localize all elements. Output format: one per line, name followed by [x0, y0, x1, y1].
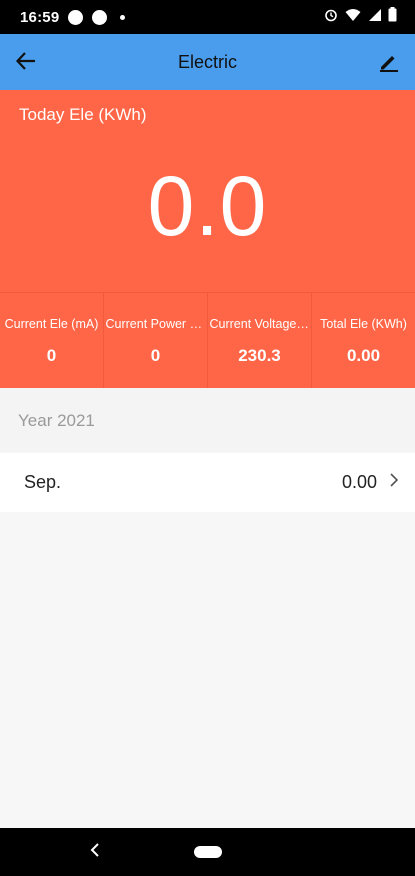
chevron-left-icon [90, 842, 100, 862]
arrow-back-icon [15, 50, 37, 77]
stat-total-ele: Total Ele (KWh) 0.00 [312, 293, 415, 388]
today-energy-panel: Today Ele (KWh) 0.0 Current Ele (mA) 0 C… [0, 90, 415, 388]
status-bar: 16:59 [0, 0, 415, 34]
year-header: Year 2021 [0, 388, 415, 452]
month-name: Sep. [24, 472, 62, 492]
today-energy-label: Today Ele (KWh) [19, 105, 147, 124]
screen: 16:59 Electric Today Ele (KWh) 0.0 Curre… [0, 0, 415, 876]
page-title: Electric [177, 51, 237, 72]
stat-current-power: Current Power (W) 0 [104, 293, 208, 388]
more-notifications-icon [120, 14, 126, 20]
stat-label: Current Voltage(V) [209, 317, 310, 331]
alarm-icon [324, 8, 338, 27]
stat-value: 0 [150, 346, 161, 365]
status-time: 16:59 [20, 8, 60, 26]
signal-icon [368, 8, 381, 27]
today-energy-value: 0.0 [147, 159, 268, 253]
status-right [324, 7, 397, 27]
stat-current-voltage: Current Voltage(V) 230.3 [208, 293, 312, 388]
stat-value: 0 [46, 346, 57, 365]
nav-home-button[interactable] [193, 846, 222, 858]
wifi-icon [345, 8, 361, 27]
month-row-sep[interactable]: Sep. 0.00 [0, 453, 415, 512]
back-button[interactable] [12, 49, 40, 77]
system-nav-bar [0, 828, 415, 876]
stat-value: 230.3 [238, 346, 281, 365]
notification-icon [92, 9, 108, 25]
month-value: 0.00 [341, 472, 377, 492]
stat-label: Current Power (W) [105, 317, 206, 331]
stat-label: Total Ele (KWh) [320, 317, 407, 331]
notification-icon [68, 9, 84, 25]
nav-back-button[interactable] [85, 842, 105, 862]
status-left: 16:59 [20, 8, 126, 26]
stat-label: Current Ele (mA) [4, 317, 99, 331]
pencil-icon [378, 50, 400, 77]
edit-button[interactable] [375, 49, 403, 77]
stats-row: Current Ele (mA) 0 Current Power (W) 0 C… [0, 292, 415, 388]
battery-icon [388, 7, 397, 27]
stat-value: 0.00 [346, 346, 381, 365]
chevron-right-icon [389, 472, 399, 493]
stat-current-ele: Current Ele (mA) 0 [0, 293, 104, 388]
app-bar: Electric [0, 34, 415, 90]
